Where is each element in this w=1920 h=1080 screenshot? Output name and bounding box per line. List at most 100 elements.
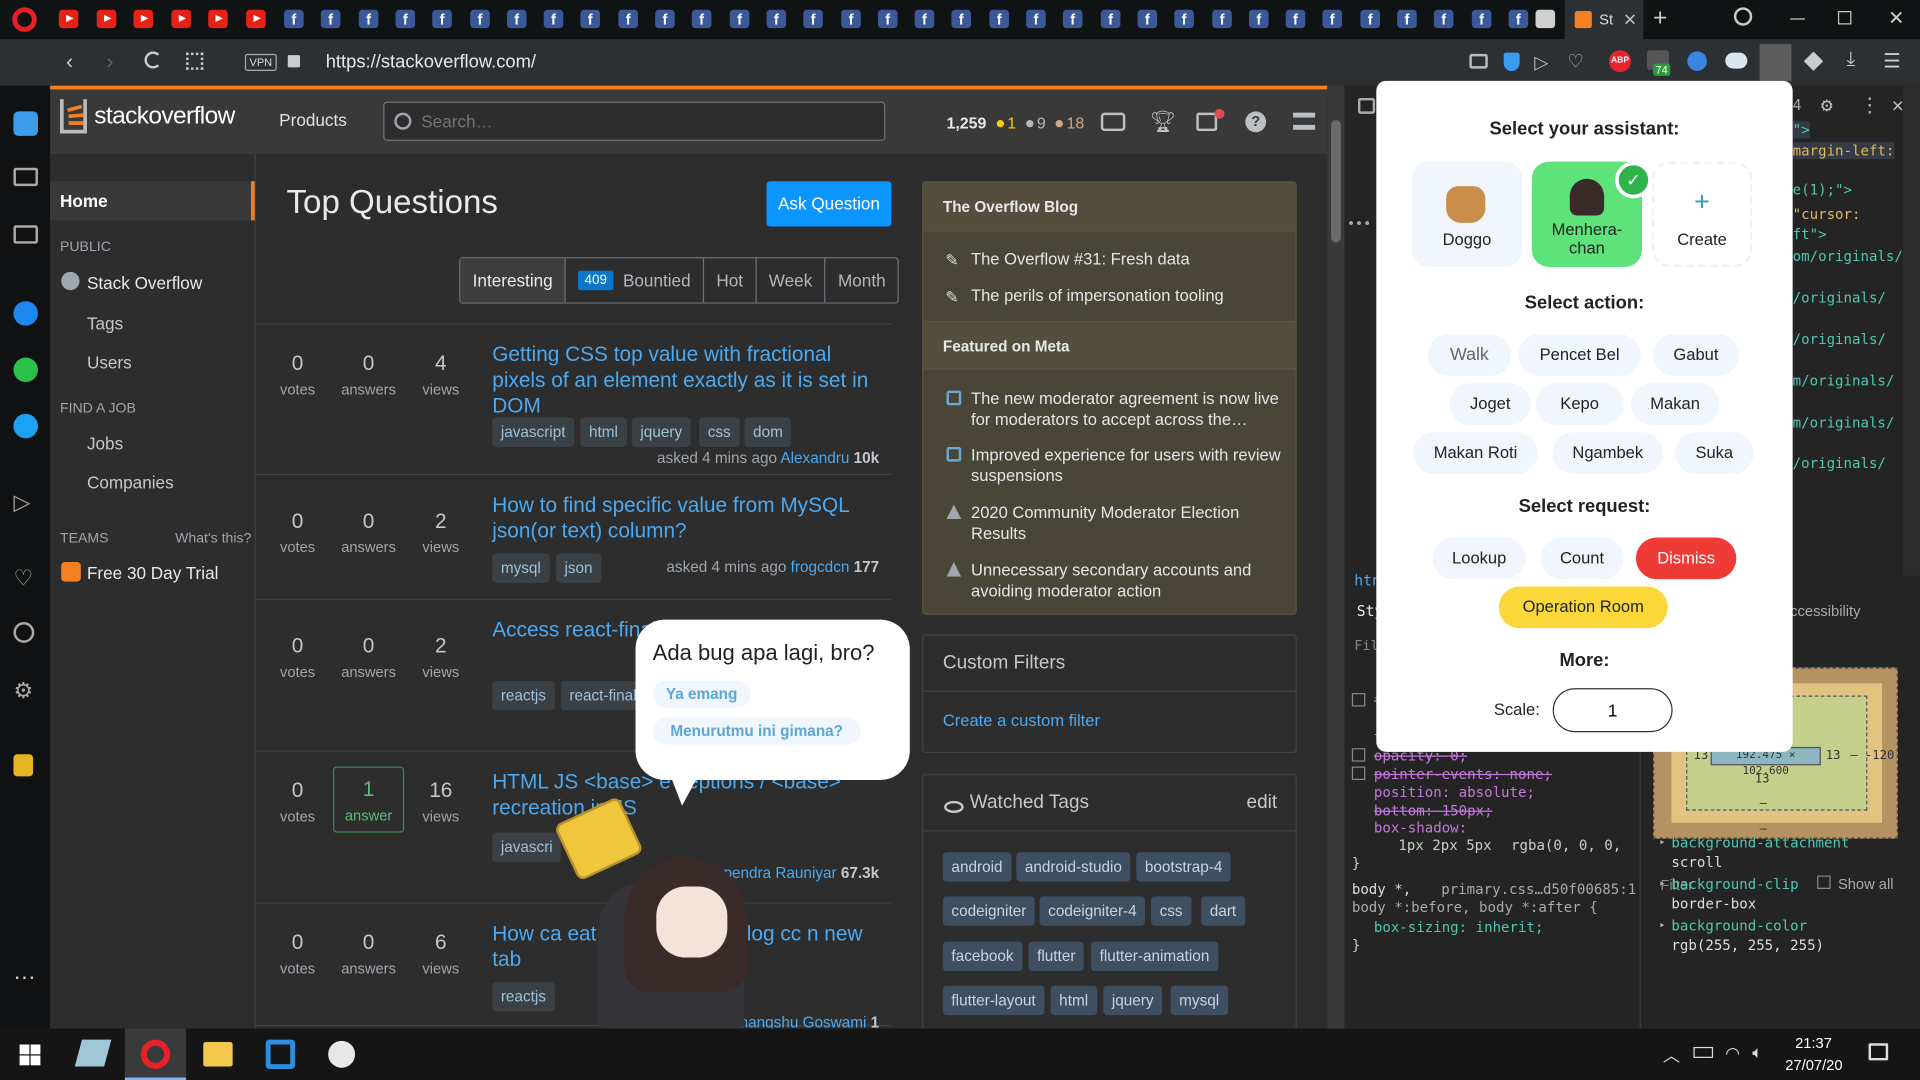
trophy-icon[interactable]: 🏆︎ [1150, 110, 1176, 134]
watched-tag[interactable]: flutter [1028, 941, 1084, 972]
dom-fragment[interactable]: /originals/ [1793, 289, 1886, 306]
expand-icon[interactable]: ▸ [1659, 920, 1666, 932]
filter-hot[interactable]: Hot [704, 258, 757, 303]
css-line[interactable]: primary.css…d50f00685:1 [1441, 880, 1636, 897]
facebook-tab-icon[interactable]: f [1212, 9, 1232, 29]
facebook-tab-icon[interactable]: f [691, 9, 712, 29]
back-icon[interactable]: ‹ [66, 50, 73, 74]
watched-tag[interactable]: bootstrap-4 [1136, 852, 1231, 882]
flow-icon[interactable]: ▷ [13, 490, 37, 514]
facebook-tab-icon[interactable]: f [1137, 9, 1158, 29]
css-line[interactable]: pointer-events: none; [1374, 765, 1552, 782]
dom-fragment[interactable]: om/originals/ [1793, 247, 1903, 264]
question-tag[interactable]: reactjs [492, 680, 555, 711]
page-scrollbar[interactable] [1327, 85, 1345, 1029]
nav-stack-overflow[interactable]: Stack Overflow [87, 273, 202, 293]
file-explorer-icon[interactable] [203, 1042, 233, 1067]
youtube-tab-icon[interactable] [246, 9, 266, 29]
accessibility-tab[interactable]: ccessibility [1790, 602, 1860, 619]
nav-users[interactable]: Users [87, 353, 132, 373]
facebook-tab-icon[interactable]: f [729, 9, 750, 29]
action-suka[interactable]: Suka [1675, 432, 1754, 474]
whatsapp-icon[interactable] [13, 357, 38, 383]
paint-icon[interactable] [328, 1040, 356, 1068]
facebook-tab-icon[interactable]: f [841, 9, 861, 29]
blog-item-2[interactable]: The perils of impersonation tooling [971, 287, 1224, 305]
new-tab-icon[interactable]: + [1653, 5, 1667, 33]
dom-fragment[interactable]: m/originals/ [1793, 414, 1895, 431]
asked-user[interactable]: Alexandru [780, 449, 849, 466]
action-gabut[interactable]: Gabut [1653, 334, 1739, 376]
dom-fragment[interactable]: margin-left: [1792, 142, 1895, 160]
products-link[interactable]: Products [279, 110, 347, 130]
watched-tag[interactable]: codeigniter-4 [1039, 896, 1146, 926]
wifi-icon[interactable]: ◠ [1725, 1043, 1740, 1064]
question-tag[interactable]: html [580, 417, 627, 447]
computed-prop[interactable]: background-attachment [1671, 834, 1849, 851]
inbox-icon[interactable] [1100, 112, 1126, 132]
meta-item-4[interactable]: Unnecessary secondary accounts and avoid… [971, 560, 1284, 602]
app-icon[interactable] [74, 1039, 112, 1067]
rep-summary[interactable]: 1,259 1 9 18 [947, 114, 1085, 132]
css-checkbox[interactable] [1351, 748, 1366, 762]
facebook-tab-icon[interactable]: f [618, 9, 638, 29]
watched-tag[interactable]: html [1050, 985, 1097, 1016]
nav-jobs[interactable]: Jobs [87, 433, 123, 453]
question-title[interactable]: How to find specific value from MySQL js… [492, 492, 884, 543]
facebook-tab-icon[interactable]: f [914, 9, 935, 29]
youtube-tab-icon[interactable] [96, 9, 117, 29]
css-line[interactable]: bottom: 150px; [1374, 802, 1493, 819]
expand-icon[interactable]: ▸ [1659, 878, 1666, 890]
briefcase-icon[interactable] [13, 167, 38, 187]
windows-start-icon[interactable] [19, 1044, 41, 1066]
question-tag[interactable]: dom [744, 417, 792, 447]
meta-item-2[interactable]: Improved experience for users with revie… [971, 444, 1284, 486]
workspace-icon[interactable] [13, 111, 38, 136]
facebook-tab-icon[interactable]: f [395, 9, 416, 29]
devtools-scrollbar[interactable] [1902, 85, 1920, 576]
question-title[interactable]: Getting CSS top value with fractional pi… [492, 342, 884, 419]
dom-fragment[interactable]: /originals/ [1793, 454, 1886, 471]
watched-tag[interactable]: codeigniter [942, 896, 1035, 926]
tab-generic[interactable] [1535, 9, 1556, 29]
dom-fragment[interactable]: "cursor: [1793, 206, 1861, 223]
filter-interesting[interactable]: Interesting [460, 258, 567, 303]
cloud-ext-icon[interactable] [1725, 52, 1748, 69]
facebook-tab-icon[interactable]: f [543, 9, 564, 29]
facebook-tab-icon[interactable]: f [1508, 9, 1529, 29]
computed-prop[interactable]: scroll [1671, 853, 1722, 870]
youtube-tab-icon[interactable] [208, 9, 228, 29]
request-lookup[interactable]: Lookup [1432, 537, 1526, 580]
shield-icon[interactable] [1503, 52, 1520, 72]
abp-icon[interactable]: ABP [1608, 50, 1632, 73]
facebook-tab-icon[interactable]: f [989, 9, 1009, 29]
asked-user[interactable]: frogcdcn [791, 558, 850, 575]
more-icon[interactable]: ⋯ [13, 965, 37, 989]
assistant-doggo[interactable]: Doggo [1411, 161, 1523, 267]
dom-fragment[interactable]: ft"> [1793, 225, 1827, 242]
nav-whats-this[interactable]: What's this? [175, 531, 251, 546]
action-ngambek[interactable]: Ngambek [1552, 432, 1663, 474]
question-tag[interactable]: javascript [492, 417, 575, 447]
facebook-tab-icon[interactable]: f [320, 9, 341, 29]
favorites-icon[interactable]: ♡ [13, 566, 37, 590]
dom-fragment[interactable]: "> [1792, 121, 1810, 139]
lightbulb-icon[interactable] [13, 754, 34, 777]
devtools-more-icon[interactable]: ⋮ [1860, 93, 1880, 116]
dom-fragment[interactable]: e(1);"> [1793, 181, 1852, 198]
facebook-tab-icon[interactable]: f [877, 9, 898, 29]
minimize-icon[interactable] [1790, 18, 1805, 20]
youtube-tab-icon[interactable] [133, 9, 154, 29]
request-operation-room[interactable]: Operation Room [1498, 586, 1668, 629]
active-tab[interactable]: St ✕ [1564, 0, 1644, 40]
ask-question-button[interactable]: Ask Question [766, 181, 892, 227]
inspect-icon[interactable] [1357, 97, 1376, 114]
facebook-tab-icon[interactable]: f [1285, 9, 1306, 29]
action-makan[interactable]: Makan [1631, 383, 1720, 425]
filter-bountied[interactable]: 409 Bountied [566, 258, 705, 303]
opera-logo-icon[interactable] [12, 7, 37, 32]
watched-tag[interactable]: android-studio [1016, 852, 1131, 882]
watched-tag[interactable]: facebook [942, 941, 1023, 972]
help-icon[interactable]: ? [1245, 111, 1267, 133]
facebook-tab-icon[interactable]: f [580, 9, 601, 29]
